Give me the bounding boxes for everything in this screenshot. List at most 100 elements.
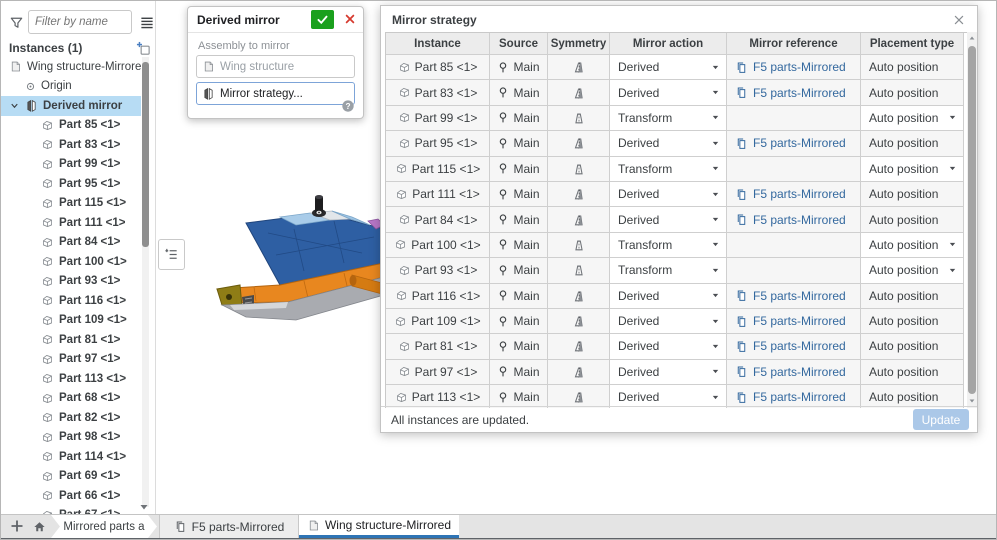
placement-type-select[interactable]: Auto position xyxy=(861,106,964,131)
caret-down-icon xyxy=(948,164,957,173)
tree-item[interactable]: Derived mirror xyxy=(1,96,141,116)
part-icon xyxy=(41,119,54,132)
breadcrumb[interactable]: Mirrored parts a xyxy=(51,515,157,538)
mirror-action-select[interactable]: Derived xyxy=(610,131,727,156)
tree-item[interactable]: Part 99 <1> xyxy=(1,155,141,175)
mirror-reference-link[interactable]: F5 parts-Mirrored xyxy=(753,86,846,100)
placement-type-select[interactable]: Auto position xyxy=(861,157,964,182)
part-icon xyxy=(41,392,54,405)
mirror-action-select[interactable]: Derived xyxy=(610,80,727,105)
scroll-down-icon[interactable] xyxy=(968,397,976,405)
tree-item[interactable]: Part 82 <1> xyxy=(1,408,141,428)
tree-item-label: Part 98 <1> xyxy=(59,431,120,443)
tree-item[interactable]: Part 69 <1> xyxy=(1,467,141,487)
tree-item[interactable]: Origin xyxy=(1,77,141,97)
tree-item[interactable]: Part 100 <1> xyxy=(1,252,141,272)
mirror-reference-link[interactable]: F5 parts-Mirrored xyxy=(753,213,846,227)
tree-scroll-down-icon[interactable] xyxy=(139,502,149,512)
mirror-action-select[interactable]: Derived xyxy=(610,334,727,359)
panel-toggle-button[interactable] xyxy=(158,239,185,270)
insert-instance-icon[interactable] xyxy=(136,41,151,56)
mirror-action-select[interactable]: Derived xyxy=(610,309,727,334)
scroll-up-icon[interactable] xyxy=(968,34,976,42)
placement-type-value: Auto position xyxy=(869,60,938,74)
mirror-action-select[interactable]: Derived xyxy=(610,360,727,385)
tab-wing-structure-mirrored[interactable]: Wing structure-Mirrored xyxy=(299,515,459,538)
mirror-action-select[interactable]: Derived xyxy=(610,55,727,80)
placement-type-select[interactable]: Auto position xyxy=(861,233,964,258)
tree-item[interactable]: Part 93 <1> xyxy=(1,272,141,292)
source-label: Main xyxy=(513,365,539,379)
tree-item[interactable]: Part 98 <1> xyxy=(1,428,141,448)
home-icon[interactable] xyxy=(32,519,47,534)
mirror-action-value: Transform xyxy=(618,238,672,252)
tree-item[interactable]: Part 97 <1> xyxy=(1,350,141,370)
table-header-row: InstanceSourceSymmetryMirror actionMirro… xyxy=(386,33,967,55)
filter-input[interactable] xyxy=(28,10,132,34)
tree-item[interactable]: Part 113 <1> xyxy=(1,369,141,389)
mirror-action-select[interactable]: Transform xyxy=(610,233,727,258)
mirror-reference-link[interactable]: F5 parts-Mirrored xyxy=(753,136,846,150)
mirror-action-select[interactable]: Transform xyxy=(610,258,727,283)
placement-type-cell: Auto position xyxy=(861,207,964,232)
mirror-action-select[interactable]: Derived xyxy=(610,207,727,232)
tree-item[interactable]: Part 84 <1> xyxy=(1,233,141,253)
tree-item[interactable]: Part 114 <1> xyxy=(1,447,141,467)
mirror-action-select[interactable]: Derived xyxy=(610,284,727,309)
tree-scrollbar-thumb[interactable] xyxy=(142,62,149,247)
commit-button[interactable] xyxy=(311,10,334,29)
filter-funnel-icon[interactable] xyxy=(9,15,24,30)
add-tab-icon[interactable] xyxy=(9,518,25,534)
mirror-strategy-button[interactable]: Mirror strategy... xyxy=(196,82,355,105)
tree-item-label: Part 116 <1> xyxy=(59,295,126,307)
mirror-action-select[interactable]: Derived xyxy=(610,385,727,408)
close-icon[interactable] xyxy=(952,13,966,27)
table-row: Part 111 <1>MainDerivedF5 parts-Mirrored… xyxy=(386,182,967,207)
mirror-reference-link[interactable]: F5 parts-Mirrored xyxy=(753,339,846,353)
tree-item[interactable]: Part 81 <1> xyxy=(1,330,141,350)
mirror-action-select[interactable]: Derived xyxy=(610,182,727,207)
tree-item[interactable]: Part 83 <1> xyxy=(1,135,141,155)
tree-item[interactable]: Part 85 <1> xyxy=(1,116,141,136)
tree-item[interactable]: Part 116 <1> xyxy=(1,291,141,311)
tree-item[interactable]: Wing structure-Mirrored xyxy=(1,57,141,77)
pin-icon xyxy=(497,315,509,328)
mirror-reference-link[interactable]: F5 parts-Mirrored xyxy=(753,365,846,379)
help-icon[interactable]: ? xyxy=(341,99,355,113)
chevron-down-icon[interactable] xyxy=(9,100,20,111)
part-icon xyxy=(398,340,411,353)
mirror-reference-link[interactable]: F5 parts-Mirrored xyxy=(753,390,846,404)
placement-type-select[interactable]: Auto position xyxy=(861,258,964,283)
tree-item[interactable]: Part 115 <1> xyxy=(1,194,141,214)
tree-item[interactable]: Part 95 <1> xyxy=(1,174,141,194)
cancel-icon[interactable] xyxy=(344,13,356,25)
placement-type-cell: Auto position xyxy=(861,385,964,408)
mirror-reference-cell: F5 parts-Mirrored xyxy=(727,80,861,105)
mirror-reference-link[interactable]: F5 parts-Mirrored xyxy=(753,314,846,328)
tree-item[interactable]: Part 68 <1> xyxy=(1,389,141,409)
breadcrumb-label: Mirrored parts a xyxy=(63,521,144,533)
update-button[interactable]: Update xyxy=(913,409,969,430)
table-scrollbar-thumb[interactable] xyxy=(968,46,976,394)
mirror-reference-link[interactable]: F5 parts-Mirrored xyxy=(753,289,846,303)
tree-item[interactable]: Part 66 <1> xyxy=(1,486,141,506)
mirror-reference-link[interactable]: F5 parts-Mirrored xyxy=(753,60,846,74)
mirror-action-select[interactable]: Transform xyxy=(610,157,727,182)
mirror-reference-link[interactable]: F5 parts-Mirrored xyxy=(753,187,846,201)
part-icon xyxy=(41,333,54,346)
table-scrollbar[interactable] xyxy=(967,32,977,408)
tree-item[interactable]: Part 111 <1> xyxy=(1,213,141,233)
tree-item[interactable]: Part 109 <1> xyxy=(1,311,141,331)
derived-mirror-dialog-header[interactable]: Derived mirror xyxy=(188,7,363,33)
tab-f5-parts-mirrored[interactable]: F5 parts-Mirrored xyxy=(159,515,299,538)
asymmetric-icon xyxy=(571,187,587,201)
tree-scrollbar[interactable] xyxy=(142,57,149,507)
assembly-to-mirror-field[interactable]: Wing structure xyxy=(196,55,355,78)
list-view-icon[interactable] xyxy=(139,15,155,30)
part-icon xyxy=(398,213,411,226)
3d-wing-model[interactable] xyxy=(184,171,384,363)
part-icon xyxy=(41,353,54,366)
mirror-action-select[interactable]: Transform xyxy=(610,106,727,131)
document-icon xyxy=(735,391,748,404)
tree-item[interactable]: Part 67 <1> xyxy=(1,506,141,515)
